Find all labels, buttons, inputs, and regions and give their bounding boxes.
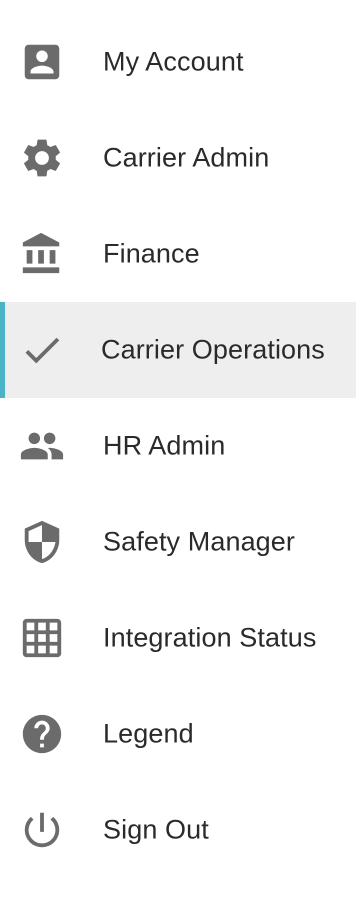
menu-item-label: Sign Out [103, 814, 209, 845]
menu-item-finance[interactable]: Finance [0, 206, 356, 302]
menu-item-my-account[interactable]: My Account [0, 14, 356, 110]
active-indicator [0, 302, 5, 398]
grid-icon [19, 615, 65, 661]
menu-item-integration-status[interactable]: Integration Status [0, 590, 356, 686]
menu-item-label: Integration Status [103, 622, 317, 653]
bank-icon [19, 231, 65, 277]
people-icon [19, 423, 65, 469]
menu-item-carrier-operations[interactable]: Carrier Operations [0, 302, 356, 398]
gear-icon [19, 135, 65, 181]
menu-item-label: Carrier Operations [101, 334, 325, 365]
help-circle-icon [19, 711, 65, 757]
side-menu: My Account Carrier Admin Finance Carrier… [0, 0, 356, 900]
menu-item-safety-manager[interactable]: Safety Manager [0, 494, 356, 590]
power-icon [19, 807, 65, 853]
account-box-icon [19, 39, 65, 85]
menu-item-legend[interactable]: Legend [0, 686, 356, 782]
menu-item-label: Safety Manager [103, 526, 296, 557]
checkmark-icon [19, 327, 65, 373]
menu-item-sign-out[interactable]: Sign Out [0, 782, 356, 878]
menu-item-label: My Account [103, 46, 244, 77]
menu-item-carrier-admin[interactable]: Carrier Admin [0, 110, 356, 206]
menu-item-label: Finance [103, 238, 200, 269]
menu-item-label: Legend [103, 718, 194, 749]
menu-item-label: HR Admin [103, 430, 226, 461]
menu-item-hr-admin[interactable]: HR Admin [0, 398, 356, 494]
menu-item-label: Carrier Admin [103, 142, 270, 173]
shield-icon [19, 519, 65, 565]
